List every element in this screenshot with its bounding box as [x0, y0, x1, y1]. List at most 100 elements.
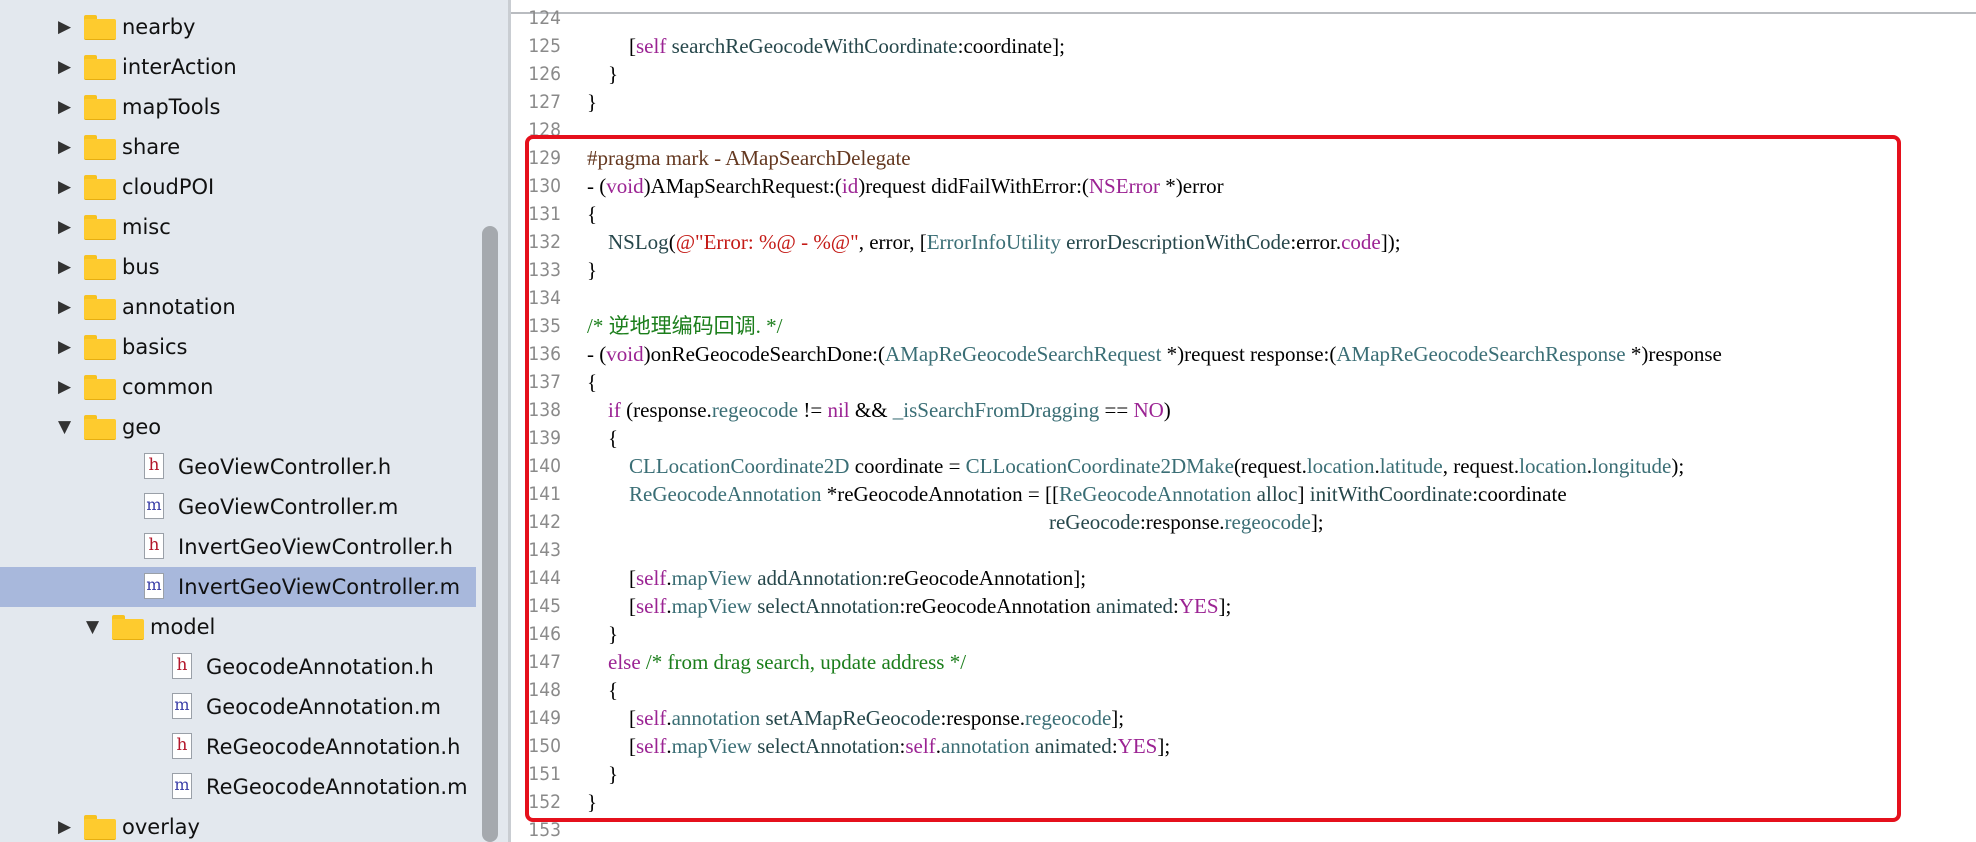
- code-text[interactable]: CLLocationCoordinate2D coordinate = CLLo…: [587, 452, 1684, 480]
- code-text[interactable]: reGeocode:response.regeocode];: [587, 508, 1324, 536]
- navigator-scrollbar[interactable]: [482, 226, 498, 842]
- code-line[interactable]: 144 [self.mapView addAnnotation:reGeocod…: [511, 564, 1976, 592]
- disclosure-collapsed-icon[interactable]: ▶: [58, 327, 71, 367]
- code-line[interactable]: 141 ReGeocodeAnnotation *reGeocodeAnnota…: [511, 480, 1976, 508]
- code-line[interactable]: 142 reGeocode:response.regeocode];: [511, 508, 1976, 536]
- disclosure-collapsed-icon[interactable]: ▶: [58, 167, 71, 207]
- code-text[interactable]: NSLog(@"Error: %@ - %@", error, [ErrorIn…: [587, 228, 1401, 256]
- code-text[interactable]: }: [587, 88, 597, 116]
- code-line[interactable]: 149 [self.annotation setAMapReGeocode:re…: [511, 704, 1976, 732]
- folder-row[interactable]: ▶ basics: [0, 327, 476, 367]
- folder-row[interactable]: ▶ overlay: [0, 807, 476, 842]
- code-text[interactable]: [self searchReGeocodeWithCoordinate:coor…: [587, 32, 1065, 60]
- code-line[interactable]: 146 }: [511, 620, 1976, 648]
- code-line[interactable]: 129 #pragma mark - AMapSearchDelegate: [511, 144, 1976, 172]
- folder-row[interactable]: ▶ nearby: [0, 7, 476, 47]
- folder-row[interactable]: ▶ mapTools: [0, 87, 476, 127]
- file-row[interactable]: m InvertGeoViewController.m: [0, 567, 476, 607]
- code-token: ];: [1157, 734, 1171, 758]
- code-line[interactable]: 147 else /* from drag search, update add…: [511, 648, 1976, 676]
- code-token: :response.: [940, 706, 1026, 730]
- code-line[interactable]: 148 {: [511, 676, 1976, 704]
- code-line[interactable]: 132 NSLog(@"Error: %@ - %@", error, [Err…: [511, 228, 1976, 256]
- code-line[interactable]: 135 /* 逆地理编码回调. */: [511, 312, 1976, 340]
- code-line[interactable]: 139 {: [511, 424, 1976, 452]
- folder-row[interactable]: ▼ geo: [0, 407, 476, 447]
- code-text[interactable]: else /* from drag search, update address…: [587, 648, 966, 676]
- file-row[interactable]: m GeocodeAnnotation.m: [0, 687, 476, 727]
- code-line[interactable]: 138 if (response.regeocode != nil && _is…: [511, 396, 1976, 424]
- code-token: alloc: [1256, 482, 1298, 506]
- code-text[interactable]: }: [587, 60, 618, 88]
- code-text[interactable]: }: [587, 256, 597, 284]
- code-line[interactable]: 127}: [511, 88, 1976, 116]
- file-row[interactable]: h InvertGeoViewController.h: [0, 527, 476, 567]
- folder-row[interactable]: ▶ misc: [0, 207, 476, 247]
- code-text[interactable]: if (response.regeocode != nil && _isSear…: [587, 396, 1171, 424]
- file-label: ReGeocodeAnnotation.h: [206, 735, 461, 759]
- disclosure-collapsed-icon[interactable]: ▶: [58, 807, 71, 842]
- code-line[interactable]: 143: [511, 536, 1976, 564]
- disclosure-collapsed-icon[interactable]: ▶: [58, 47, 71, 87]
- code-text[interactable]: - (void)AMapSearchRequest:(id)request di…: [587, 172, 1224, 200]
- code-line[interactable]: 134: [511, 284, 1976, 312]
- code-text[interactable]: [self.mapView selectAnnotation:self.anno…: [587, 732, 1170, 760]
- code-line[interactable]: 124: [511, 4, 1976, 32]
- source-editor[interactable]: 124 125 [self searchReGeocodeWithCoordina…: [511, 0, 1976, 842]
- code-line[interactable]: 130 - (void)AMapSearchRequest:(id)request…: [511, 172, 1976, 200]
- code-text[interactable]: }: [587, 760, 618, 788]
- code-line[interactable]: 133}: [511, 256, 1976, 284]
- folder-row[interactable]: ▼ model: [0, 607, 476, 647]
- code-line[interactable]: 137 {: [511, 368, 1976, 396]
- code-line[interactable]: 150 [self.mapView selectAnnotation:self.…: [511, 732, 1976, 760]
- code-line[interactable]: 125 [self searchReGeocodeWithCoordinate:…: [511, 32, 1976, 60]
- disclosure-collapsed-icon[interactable]: ▶: [58, 367, 71, 407]
- file-row[interactable]: h GeocodeAnnotation.h: [0, 647, 476, 687]
- code-text[interactable]: }: [587, 620, 618, 648]
- code-line[interactable]: 131 {: [511, 200, 1976, 228]
- line-number: 138: [528, 399, 561, 421]
- disclosure-collapsed-icon[interactable]: ▶: [58, 7, 71, 47]
- file-row[interactable]: m ReGeocodeAnnotation.m: [0, 767, 476, 807]
- code-text[interactable]: {: [587, 368, 597, 396]
- code-line[interactable]: 128: [511, 116, 1976, 144]
- code-text[interactable]: ReGeocodeAnnotation *reGeocodeAnnotation…: [587, 480, 1567, 508]
- code-text[interactable]: #pragma mark - AMapSearchDelegate: [587, 144, 911, 172]
- code-line[interactable]: 152}: [511, 788, 1976, 816]
- code-token: (: [668, 230, 676, 254]
- code-line[interactable]: 136- (void)onReGeocodeSearchDone:(AMapRe…: [511, 340, 1976, 368]
- code-text[interactable]: {: [587, 676, 618, 704]
- folder-row[interactable]: ▶ interAction: [0, 47, 476, 87]
- code-text[interactable]: [self.mapView selectAnnotation:reGeocode…: [587, 592, 1231, 620]
- folder-row[interactable]: ▶ share: [0, 127, 476, 167]
- code-text[interactable]: - (void)onReGeocodeSearchDone:(AMapReGeo…: [587, 340, 1722, 368]
- code-text[interactable]: [self.mapView addAnnotation:reGeocodeAnn…: [587, 564, 1086, 592]
- folder-label: common: [122, 375, 214, 399]
- disclosure-collapsed-icon[interactable]: ▶: [58, 87, 71, 127]
- folder-row[interactable]: ▶ cloudPOI: [0, 167, 476, 207]
- code-text[interactable]: }: [587, 788, 597, 816]
- code-line[interactable]: 151 }: [511, 760, 1976, 788]
- code-text[interactable]: {: [587, 200, 597, 228]
- folder-row[interactable]: ▶ common: [0, 367, 476, 407]
- file-row[interactable]: m GeoViewController.m: [0, 487, 476, 527]
- code-line[interactable]: 140 CLLocationCoordinate2D coordinate = …: [511, 452, 1976, 480]
- disclosure-expanded-icon[interactable]: ▼: [58, 407, 71, 447]
- code-line[interactable]: 145 [self.mapView selectAnnotation:reGeo…: [511, 592, 1976, 620]
- code-text[interactable]: {: [587, 424, 618, 452]
- folder-icon: [84, 375, 116, 400]
- disclosure-expanded-icon[interactable]: ▼: [86, 607, 99, 647]
- folder-row[interactable]: ▶ annotation: [0, 287, 476, 327]
- disclosure-collapsed-icon[interactable]: ▶: [58, 287, 71, 327]
- code-text[interactable]: [self.annotation setAMapReGeocode:respon…: [587, 704, 1124, 732]
- disclosure-collapsed-icon[interactable]: ▶: [58, 207, 71, 247]
- folder-row[interactable]: ▶ bus: [0, 247, 476, 287]
- file-row[interactable]: h GeoViewController.h: [0, 447, 476, 487]
- code-token: id: [841, 174, 859, 198]
- code-text[interactable]: /* 逆地理编码回调. */: [587, 312, 782, 340]
- code-line[interactable]: 153: [511, 816, 1976, 842]
- file-row[interactable]: h ReGeocodeAnnotation.h: [0, 727, 476, 767]
- disclosure-collapsed-icon[interactable]: ▶: [58, 247, 71, 287]
- code-line[interactable]: 126 }: [511, 60, 1976, 88]
- disclosure-collapsed-icon[interactable]: ▶: [58, 127, 71, 167]
